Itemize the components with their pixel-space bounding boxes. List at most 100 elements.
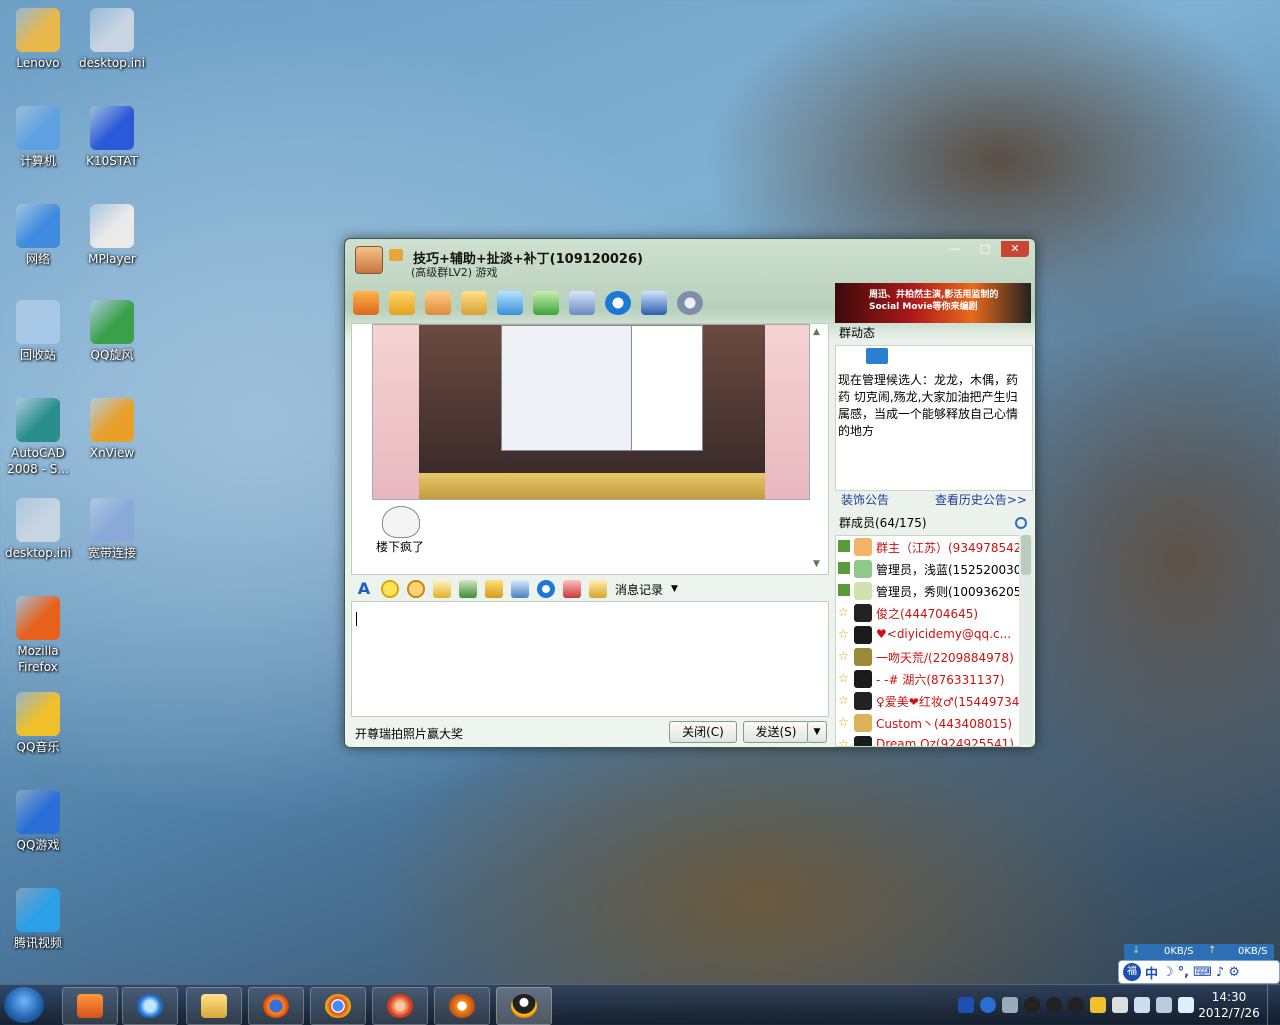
taskbar-chrome-button[interactable] bbox=[310, 987, 366, 1025]
send-options-chevron-icon[interactable]: ▼ bbox=[807, 721, 827, 743]
gift-icon[interactable] bbox=[485, 580, 503, 598]
desktop-icon-broadband[interactable]: 宽带连接 bbox=[74, 498, 150, 561]
ime-mode-chinese[interactable]: 中 bbox=[1145, 963, 1158, 982]
qq-tray-icon-2[interactable] bbox=[1046, 997, 1062, 1013]
admin-icon[interactable] bbox=[641, 291, 667, 315]
desktop-icon-network[interactable]: 网络 bbox=[0, 204, 76, 267]
desktop-icon-mplayer[interactable]: MPlayer bbox=[74, 204, 150, 267]
screenshot-image[interactable] bbox=[372, 324, 810, 500]
desktop-icon-settings-file[interactable]: desktop.ini bbox=[0, 498, 76, 561]
shake-icon[interactable] bbox=[563, 580, 581, 598]
window-titlebar[interactable]: 技巧+辅助+扯淡+补丁(109120026) (高级群LV2) 游戏 — □ ✕ bbox=[345, 239, 1035, 287]
member-row[interactable]: 群主（江苏）(934978542) bbox=[836, 536, 1020, 558]
taskbar-firefox-button[interactable] bbox=[248, 987, 304, 1025]
desktop-icon-firefox[interactable]: Mozilla Firefox bbox=[0, 596, 76, 675]
desktop-icon-settings-file[interactable]: desktop.ini bbox=[74, 8, 150, 71]
help-icon[interactable] bbox=[980, 997, 996, 1013]
side-ad-banner[interactable]: 周迅、井柏然主演,影活用监制的 Social Movie等你来编剧 bbox=[835, 283, 1031, 323]
taskbar-ie-button[interactable] bbox=[122, 987, 178, 1025]
member-avatar[interactable] bbox=[854, 538, 872, 556]
minimize-button[interactable]: — bbox=[941, 241, 969, 257]
scroll-up-icon[interactable]: ▲ bbox=[813, 327, 820, 337]
taskbar-explorer-button[interactable] bbox=[186, 987, 242, 1025]
send-button[interactable]: 发送(S) bbox=[743, 721, 809, 743]
taskbar-info-button[interactable] bbox=[434, 987, 490, 1025]
punctuation-icon[interactable]: °, bbox=[1178, 965, 1189, 980]
chart-icon[interactable] bbox=[497, 291, 523, 315]
member-avatar[interactable] bbox=[854, 670, 872, 688]
member-scroll-thumb[interactable] bbox=[1021, 535, 1031, 575]
gear-icon[interactable]: ⚙ bbox=[1228, 965, 1240, 980]
chat-history[interactable]: 楼下疯了 bbox=[351, 323, 829, 575]
desktop-icon-tencent-video[interactable]: 腾讯视频 bbox=[0, 888, 76, 951]
sticker-emoji-icon[interactable] bbox=[382, 506, 420, 538]
close-window-button[interactable]: ✕ bbox=[1001, 241, 1029, 257]
close-button[interactable]: 关闭(C) bbox=[669, 721, 737, 743]
ad-link[interactable]: 开尊瑞拍照片赢大奖 bbox=[355, 725, 463, 742]
font-icon[interactable]: A bbox=[355, 580, 373, 598]
search-icon[interactable] bbox=[1015, 517, 1027, 529]
desktop-icon-qq-music[interactable]: QQ音乐 bbox=[0, 692, 76, 755]
taskbar-app-button[interactable] bbox=[372, 987, 428, 1025]
member-row[interactable]: 管理员，浅蓝(1525200300) bbox=[836, 558, 1020, 580]
emoji-icon[interactable] bbox=[381, 580, 399, 598]
chevron-down-icon[interactable]: ▼ bbox=[671, 584, 678, 594]
group-avatar[interactable] bbox=[355, 246, 383, 274]
member-row[interactable]: 管理员，秀则(1009362057) bbox=[836, 580, 1020, 602]
desktop-icon-user-folder[interactable]: Lenovo bbox=[0, 8, 76, 71]
message-log-icon[interactable] bbox=[589, 580, 607, 598]
chat-scrollbar[interactable]: ▲ ▼ bbox=[811, 323, 825, 573]
image-icon[interactable] bbox=[459, 580, 477, 598]
desktop-icon-computer[interactable]: 计算机 bbox=[0, 106, 76, 169]
monitor-icon[interactable] bbox=[1134, 997, 1150, 1013]
volume-icon[interactable] bbox=[1178, 997, 1194, 1013]
shield-icon[interactable] bbox=[1090, 997, 1106, 1013]
network-speed-widget[interactable]: ↓ 0KB/S ↑ 0KB/S bbox=[1124, 944, 1274, 960]
start-button[interactable] bbox=[4, 987, 44, 1023]
soso-icon[interactable] bbox=[605, 291, 631, 315]
flag-icon[interactable] bbox=[1112, 997, 1128, 1013]
screen-capture-icon[interactable] bbox=[511, 580, 529, 598]
taskbar-media-player-button[interactable] bbox=[62, 987, 118, 1025]
member-avatar[interactable] bbox=[854, 714, 872, 732]
member-avatar[interactable] bbox=[854, 626, 872, 644]
home-icon[interactable] bbox=[353, 291, 379, 315]
tools-icon[interactable] bbox=[569, 291, 595, 315]
member-row[interactable]: ☆ 一吻天荒/(2209884978) bbox=[836, 646, 1020, 668]
message-log-button[interactable]: 消息记录 bbox=[615, 581, 663, 598]
desktop-icon-shield-app[interactable]: K10STAT bbox=[74, 106, 150, 169]
screen-icon[interactable] bbox=[461, 291, 487, 315]
show-desktop-button[interactable] bbox=[1267, 985, 1280, 1025]
member-avatar[interactable] bbox=[854, 648, 872, 666]
member-avatar[interactable] bbox=[854, 582, 872, 600]
scroll-down-icon[interactable]: ▼ bbox=[813, 559, 820, 569]
member-avatar[interactable] bbox=[854, 560, 872, 578]
decorate-notice-link[interactable]: 装饰公告 bbox=[841, 491, 889, 508]
member-row[interactable]: ☆ ♥<diyicidemy@qq.c... bbox=[836, 624, 1020, 646]
desktop-icon-recycle-bin[interactable]: 回收站 bbox=[0, 300, 76, 363]
ime-toolbar[interactable]: 福 中 ☽ °, ⌨ ♪ ⚙ bbox=[1118, 960, 1280, 984]
member-row[interactable]: ☆ Dream Qz(924925541) bbox=[836, 734, 1020, 746]
member-row[interactable]: ☆ Custom丶(443408015) bbox=[836, 712, 1020, 734]
qq-tray-icon[interactable] bbox=[1024, 997, 1040, 1013]
folder-icon[interactable] bbox=[389, 291, 415, 315]
desktop-icon-qq-game[interactable]: QQ游戏 bbox=[0, 790, 76, 853]
desktop-icon-qq-whirlwind[interactable]: QQ旋风 bbox=[74, 300, 150, 363]
maximize-button[interactable]: □ bbox=[971, 241, 999, 257]
clock[interactable]: 14:30 2012/7/26 bbox=[1196, 989, 1262, 1021]
member-avatar[interactable] bbox=[854, 692, 872, 710]
network-tray-icon[interactable] bbox=[1156, 997, 1172, 1013]
message-input[interactable] bbox=[351, 601, 829, 717]
member-row[interactable]: ☆ ♀爱美❤红妆♂(154497341) bbox=[836, 690, 1020, 712]
ime-tray-icon[interactable] bbox=[958, 997, 974, 1013]
mic-icon[interactable]: ♪ bbox=[1216, 965, 1224, 980]
member-avatar[interactable] bbox=[854, 604, 872, 622]
magic-emoji-icon[interactable] bbox=[407, 580, 425, 598]
album-icon[interactable] bbox=[425, 291, 451, 315]
ime-logo-icon[interactable]: 福 bbox=[1123, 963, 1141, 981]
desktop-icon-xnview[interactable]: XnView bbox=[74, 398, 150, 461]
plus-window-icon[interactable] bbox=[533, 291, 559, 315]
member-scrollbar[interactable] bbox=[1019, 535, 1033, 745]
member-row[interactable]: ☆ 俊之(444704645) bbox=[836, 602, 1020, 624]
member-avatar[interactable] bbox=[854, 736, 872, 746]
